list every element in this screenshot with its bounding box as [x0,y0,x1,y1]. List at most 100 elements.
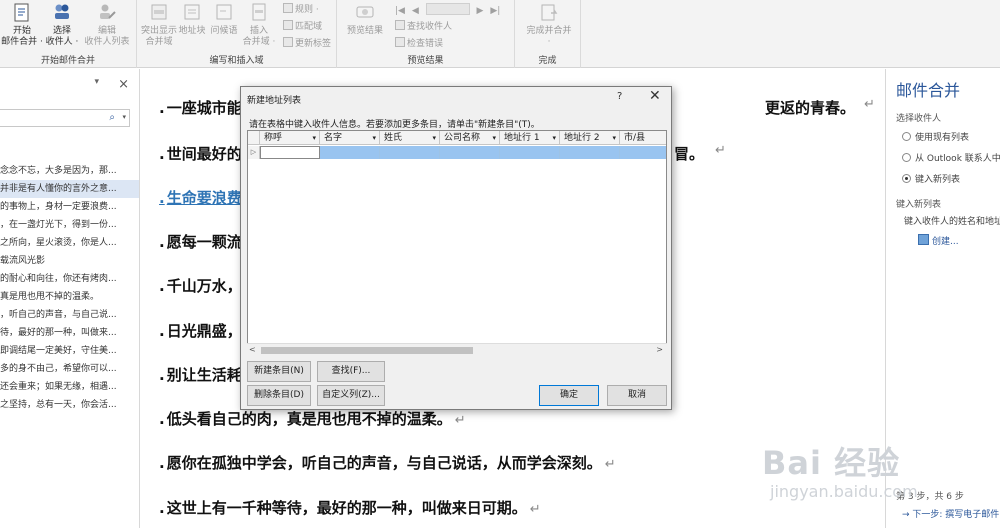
grid-cell[interactable] [620,146,666,159]
paragraph-bullet: . [159,322,165,340]
radio-outlook-contacts[interactable]: 从 Outlook 联系人中 [902,151,1000,164]
scrollbar-thumb[interactable] [261,347,473,354]
find-recipient-icon [395,20,405,30]
radio-use-existing[interactable]: 使用现有列表 [902,130,969,143]
chevron-down-icon[interactable]: ▾ [612,131,616,145]
nav-heading-item[interactable]: ，在一盏灯光下，得到一份... [0,216,139,234]
document-paragraph[interactable]: . 世间最好的 冒。 ↵ [159,143,726,164]
nav-heading-item[interactable]: 待，最好的那一种，叫做来... [0,324,139,342]
grid-column-header[interactable]: 姓氏 ▾ [380,131,440,145]
update-labels-button[interactable]: 更新标签 [283,37,331,51]
radio-button[interactable] [902,153,911,162]
ribbon-group-finish-label: 完成 [538,56,557,66]
paragraph-mark-icon: ↵ [715,143,726,158]
rules-label: 规则 · [295,5,319,15]
finish-merge-button[interactable]: 完成并合并 · [521,2,577,48]
help-icon[interactable]: ? [617,91,622,102]
grid-cell[interactable] [260,146,320,159]
nav-close-icon[interactable]: × [118,77,129,92]
grid-cell[interactable] [380,146,440,159]
address-entry-grid[interactable]: 称呼 ▾ 名字 ▾ 姓氏 ▾ 公司名称 ▾ 地址行 1 ▾ 地址行 2 ▾ 市/县 ▷ [247,130,667,356]
nav-heading-item[interactable]: 念念不忘，大多是因为，那... [0,162,139,180]
delete-entry-button[interactable]: 删除条目(D) [247,385,311,406]
nav-heading-item[interactable]: 的耐心和向往，你还有烤肉... [0,270,139,288]
edit-recipient-list-button[interactable]: 编辑 收件人列表 [82,2,132,48]
chevron-down-icon[interactable]: ▾ [552,131,556,145]
match-fields-label: 匹配域 [295,22,323,32]
nav-heading-item[interactable]: 即调结尾一定美好，守住美... [0,342,139,360]
grid-cell[interactable] [440,146,500,159]
nav-heading-item[interactable]: 真是甩也甩不掉的温柔。 [0,288,139,306]
grid-cell[interactable] [320,146,380,159]
insert-merge-field-button[interactable]: 插入 合并域 · [239,2,279,48]
close-icon[interactable]: ✕ [649,88,661,104]
grid-horizontal-scrollbar[interactable]: < > [247,343,667,356]
paragraph-tail-text: 冒。 [674,145,705,163]
document-paragraph[interactable]: . 一座城市能 更返的青春。 ↵ [159,97,875,118]
nav-heading-item[interactable]: 之所向，星火滚烫，你是人... [0,234,139,252]
nav-options-icon[interactable]: ▾ [94,77,99,87]
rules-button[interactable]: 规则 · [283,3,319,17]
preview-results-button[interactable]: 预览结果 [343,2,387,37]
radio-type-new-list[interactable]: 键入新列表 [902,172,960,185]
grid-cell[interactable] [500,146,560,159]
grid-column-header[interactable]: 称呼 ▾ [260,131,320,145]
grid-column-header[interactable]: 地址行 1 ▾ [500,131,560,145]
search-icon[interactable]: ⌕ [109,112,115,123]
new-address-list-dialog: 新建地址列表 ? ✕ 请在表格中键入收件人信息。若要添加更多条目，请单击"新建条… [240,86,672,410]
cancel-button[interactable]: 取消 [607,385,667,406]
document-paragraph[interactable]: . 生命要浪费 [159,187,242,208]
chevron-down-icon[interactable]: ▾ [432,131,436,145]
document-paragraph[interactable]: . 愿你在孤独中学会，听自己的声音，与自己说话，从而学会深刻。 ↵ [159,452,616,473]
grid-entry-row[interactable]: ▷ [248,146,666,159]
grid-column-header[interactable]: 公司名称 ▾ [440,131,500,145]
nav-heading-item[interactable]: 之坚持，总有一天，你会活... [0,396,139,414]
scroll-left-icon[interactable]: < [249,345,256,354]
nav-heading-item[interactable]: 的事物上，身材一定要浪费... [0,198,139,216]
scroll-right-icon[interactable]: > [656,345,663,354]
nav-heading-item[interactable]: 并非是有人懂你的言外之意... [0,180,139,198]
record-number-field[interactable] [425,3,470,15]
chevron-down-icon[interactable]: ▾ [122,113,126,121]
document-paragraph[interactable]: . 千山万水， [159,275,242,296]
new-entry-button[interactable]: 新建条目(N) [247,361,311,382]
document-paragraph[interactable]: . 低头看自己的肉，真是甩也甩不掉的温柔。 ↵ [159,408,466,429]
nav-search-input[interactable]: ⌕ ▾ [0,109,130,127]
paragraph-bullet: . [159,233,165,251]
chevron-down-icon[interactable]: ▾ [312,131,316,145]
paragraph-mark-icon: ↵ [529,502,541,517]
match-fields-button[interactable]: 匹配域 [283,20,322,34]
find-recipient-button[interactable]: 查找收件人 [395,20,452,34]
ribbon-group-start-merge: 开始 邮件合并 · 选择 收件人 · 编辑 收件人列表 开始邮件合并 [0,0,137,68]
document-paragraph[interactable]: . 别让生活耗 [159,364,242,385]
grid-column-header[interactable]: 地址行 2 ▾ [560,131,620,145]
nav-heading-item[interactable]: ，听自己的声音，与自己说... [0,306,139,324]
watermark-logo-text: Bai 经验 [762,444,901,482]
update-labels-label: 更新标签 [295,39,332,49]
chevron-down-icon[interactable]: ▾ [492,131,496,145]
radio-button[interactable] [902,132,911,141]
chevron-down-icon[interactable]: ▾ [372,131,376,145]
grid-column-header[interactable]: 市/县 [620,131,666,145]
ok-button[interactable]: 确定 [539,385,599,406]
document-paragraph[interactable]: . 这世上有一千种等待，最好的那一种，叫做来日可期。 ↵ [159,497,541,518]
paragraph-bullet: . [159,189,165,207]
create-list-link[interactable]: 创建... [932,234,959,247]
grid-cell[interactable] [560,146,620,159]
start-mail-merge-button[interactable]: 开始 邮件合并 · [0,2,44,48]
customize-columns-button[interactable]: 自定义列(Z)... [317,385,385,406]
check-errors-button[interactable]: 检查错误 [395,37,443,51]
nav-heading-item[interactable]: 多的身不由己，希望你可以... [0,360,139,378]
grid-column-header[interactable]: 名字 ▾ [320,131,380,145]
highlight-fields-icon [151,4,167,20]
nav-heading-item[interactable]: 还会重来；如果无缘，相遇... [0,378,139,396]
document-paragraph[interactable]: . 日光鼎盛， [159,320,242,341]
select-recipients-button[interactable]: 选择 收件人 · [40,2,84,48]
record-navigator[interactable]: |◀ ◀ ▶ ▶| [395,3,500,17]
document-paragraph[interactable]: . 愿每一颗流 [159,231,242,252]
find-button[interactable]: 查找(F)... [317,361,385,382]
address-block-button[interactable]: 地址块 [175,2,209,37]
radio-button-selected[interactable] [902,174,911,183]
nav-heading-item[interactable]: 载流风光影 [0,252,139,270]
greeting-line-button[interactable]: 问候语 [207,2,241,37]
